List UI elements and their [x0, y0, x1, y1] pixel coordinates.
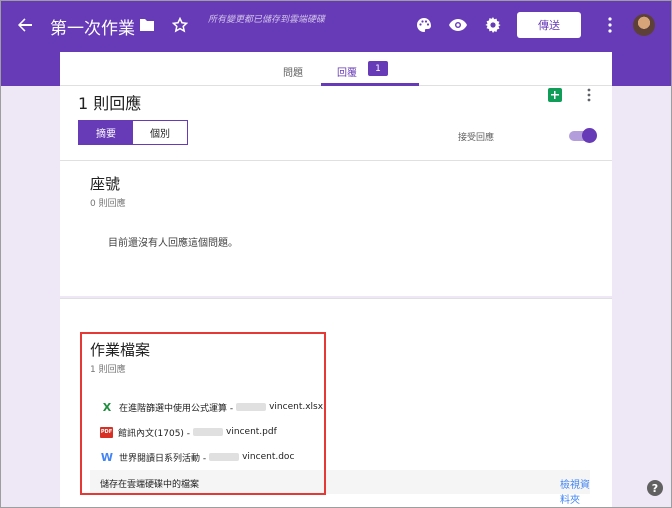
form-title[interactable]: 第一次作業	[50, 14, 135, 39]
accepting-responses-label: 接受回應	[458, 133, 495, 143]
more-vert-icon[interactable]	[586, 88, 592, 102]
eye-icon[interactable]	[447, 14, 469, 36]
tab-questions[interactable]: 問題	[283, 64, 303, 79]
responses-summary-card: 問題 回覆 1 1 則回應 摘要 個別	[60, 52, 612, 160]
palette-icon[interactable]	[413, 14, 435, 36]
help-icon[interactable]: ?	[647, 480, 663, 496]
view-folder-link[interactable]: 檢視資料夾	[560, 476, 590, 506]
toggle-knob[interactable]	[582, 128, 597, 143]
individual-view-button[interactable]: 個別	[133, 121, 187, 144]
responses-count-badge: 1	[368, 61, 388, 76]
folder-icon[interactable]	[136, 14, 158, 36]
tab-responses[interactable]: 回覆	[337, 64, 357, 79]
question-response-count: 0 則回應	[90, 199, 126, 209]
response-count-heading: 1 則回應	[78, 94, 142, 113]
active-tab-indicator	[321, 83, 419, 86]
save-status: 所有變更都已儲存到雲端硬碟	[208, 15, 326, 25]
tab-bar: 問題 回覆 1	[60, 52, 612, 86]
star-icon[interactable]	[169, 14, 191, 36]
view-switch: 摘要 個別	[78, 120, 188, 145]
question-card-seat-number: 座號 0 則回應 目前還沒有人回應這個問題。	[60, 160, 612, 296]
highlight-box	[80, 332, 326, 495]
avatar[interactable]	[633, 14, 655, 36]
summary-view-button[interactable]: 摘要	[79, 121, 133, 144]
more-vert-icon[interactable]	[599, 14, 621, 36]
sheets-icon[interactable]	[548, 88, 562, 102]
gear-icon[interactable]	[482, 14, 504, 36]
empty-response-message: 目前還沒有人回應這個問題。	[108, 238, 238, 249]
arrow-back-icon[interactable]	[14, 14, 36, 36]
top-app-bar: 第一次作業 所有變更都已儲存到雲端硬碟 傳送	[0, 0, 672, 52]
send-button[interactable]: 傳送	[517, 12, 581, 38]
question-title: 座號	[90, 175, 121, 193]
